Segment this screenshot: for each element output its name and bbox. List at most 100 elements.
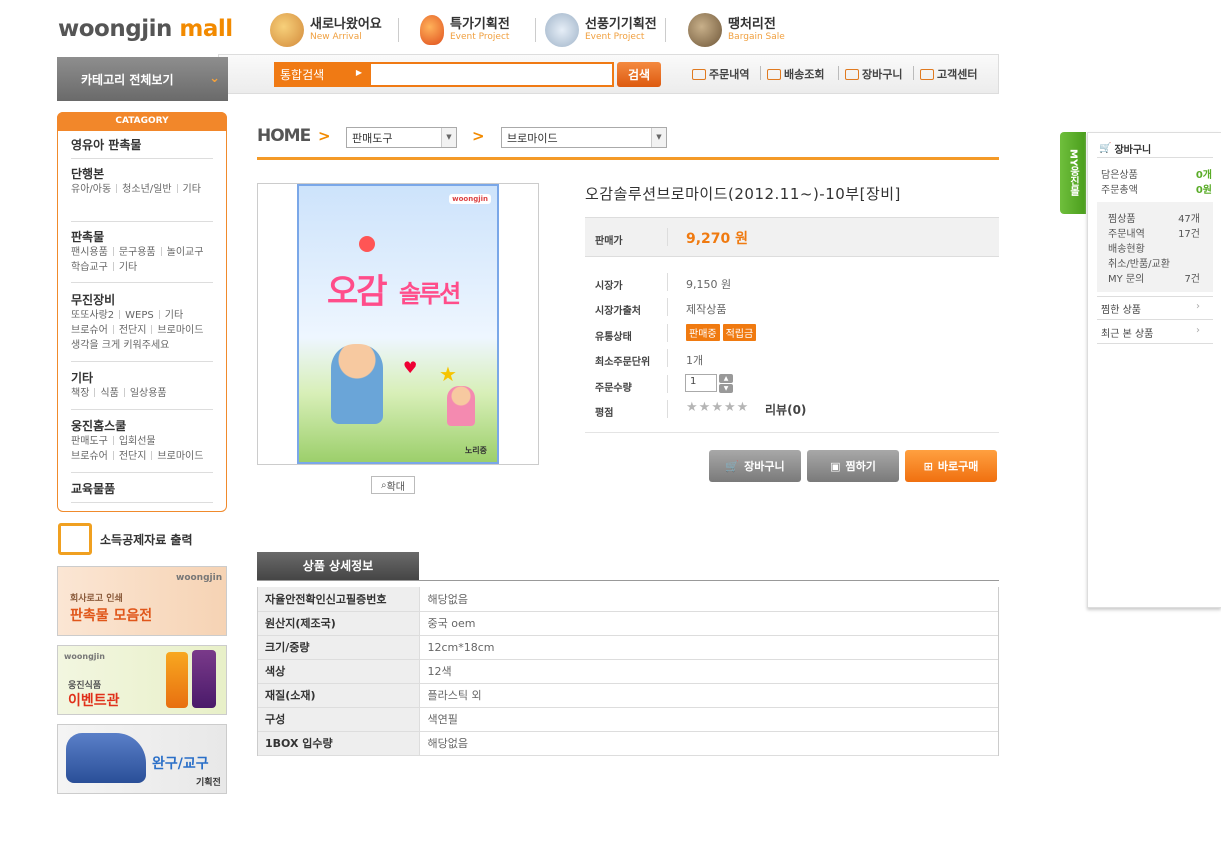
logo[interactable]: woongjin mall xyxy=(58,16,233,42)
nav-event[interactable]: 특가기획전 Event Project xyxy=(420,10,510,50)
table-row: 자율안전확인신고필증번호 해당없음 xyxy=(257,587,999,612)
cat-title[interactable]: 웅진홈스쿨 xyxy=(71,418,213,434)
table-row: 1BOX 입수량 해당없음 xyxy=(257,731,999,756)
cat-title[interactable]: 교육물품 xyxy=(71,481,213,497)
cat-link[interactable]: 기타 xyxy=(183,182,201,197)
banner-toy-event[interactable]: 완구/교구 기획전 xyxy=(57,724,227,794)
stat-label[interactable]: 취소/반품/교환 xyxy=(1108,255,1170,270)
my-wishlist-link[interactable]: 찜한 상품 xyxy=(1101,301,1141,316)
banner-brand: woongjin xyxy=(64,652,105,661)
cat-link[interactable]: 팬시용품 xyxy=(71,245,108,260)
banner-food-event[interactable]: woongjin 웅진식품 이벤트관 xyxy=(57,645,227,715)
stat-label[interactable]: 배송현황 xyxy=(1108,240,1145,255)
buy-now-button[interactable]: ⊞ 바로구매 xyxy=(905,450,997,482)
cat-link[interactable]: 기타 xyxy=(165,308,183,323)
cat-link[interactable]: 전단지 xyxy=(119,323,147,338)
nav-fan-event[interactable]: 선풍기기획전 Event Project xyxy=(545,10,657,50)
divider xyxy=(667,298,668,316)
cat-link[interactable]: 놀이교구 xyxy=(167,245,204,260)
zoom-label: 확대 xyxy=(386,481,405,493)
cat-link[interactable]: 브로슈어 xyxy=(71,323,108,338)
tax-print-link[interactable]: 소득공제자료 출력 xyxy=(58,523,193,555)
chevron-down-icon: ⌄ xyxy=(209,71,220,86)
tax-print-label: 소득공제자료 출력 xyxy=(100,532,193,547)
divider xyxy=(667,228,668,246)
util-label: 장바구니 xyxy=(862,68,903,81)
util-orders[interactable]: 주문내역 xyxy=(692,66,749,82)
search-input[interactable] xyxy=(369,62,614,87)
sale-bag-icon xyxy=(688,13,722,47)
cat-link[interactable]: 청소년/일반 xyxy=(122,182,171,197)
my-cart-heading[interactable]: 🛒 장바구니 xyxy=(1099,141,1151,156)
search-button[interactable]: 검색 xyxy=(617,62,661,87)
review-count[interactable]: 리뷰(0) xyxy=(765,401,806,418)
cat-title[interactable]: 단행본 xyxy=(71,166,213,182)
cat-link[interactable]: 브로마이드 xyxy=(157,449,203,464)
order-list-icon xyxy=(692,68,706,80)
cat-title[interactable]: 판촉물 xyxy=(71,229,213,245)
divider xyxy=(667,400,668,418)
breadcrumb-home[interactable]: HOME xyxy=(257,126,311,146)
product-image[interactable]: woongjin 오감 솔루션 ♥ ★ 노리중 xyxy=(297,184,499,464)
star-icon: ★ xyxy=(736,400,750,415)
cat-link[interactable]: 생각을 크게 키워주세요 xyxy=(71,338,169,353)
nav-new-arrival[interactable]: 새로나왔어요 New Arrival xyxy=(270,10,382,50)
cover-brand: woongjin xyxy=(449,194,491,204)
stat-label[interactable]: 찜상품 xyxy=(1108,210,1136,225)
nav-bargain[interactable]: 땡처리전 Bargain Sale xyxy=(688,10,785,50)
quantity-up-icon[interactable]: ▲ xyxy=(719,374,733,383)
divider xyxy=(667,349,668,367)
juice-bottle-icon xyxy=(166,652,188,708)
quantity-down-icon[interactable]: ▼ xyxy=(719,384,733,393)
heart-icon: ♥ xyxy=(403,358,418,377)
divider xyxy=(667,273,668,291)
quantity-input[interactable]: 1 xyxy=(685,374,717,392)
cat-link[interactable]: 일상용품 xyxy=(130,386,167,401)
search-type-select[interactable]: 통합검색 ▶ xyxy=(274,62,370,87)
util-support[interactable]: 고객센터 xyxy=(920,66,977,82)
wishlist-button[interactable]: ▣ 찜하기 xyxy=(807,450,899,482)
stat-label[interactable]: MY 문의 xyxy=(1108,270,1144,285)
cat-link[interactable]: 기타 xyxy=(119,260,137,275)
star-icon: ★ xyxy=(686,400,699,415)
cat-link[interactable]: 문구용품 xyxy=(119,245,156,260)
cat-group: 영유아 판촉물 xyxy=(71,137,213,159)
logo-text: woongjin xyxy=(58,16,172,42)
divider xyxy=(998,587,999,756)
cat-title[interactable]: 기타 xyxy=(71,370,213,386)
stat-value: 7건 xyxy=(1184,274,1200,285)
my-recent-link[interactable]: 최근 본 상품 xyxy=(1101,325,1153,340)
cat-link[interactable]: 학습교구 xyxy=(71,260,108,275)
cat-link[interactable]: 유아/아동 xyxy=(71,182,111,197)
stat-label[interactable]: 주문내역 xyxy=(1108,225,1145,240)
cat-link[interactable]: 입회선물 xyxy=(119,434,156,449)
add-to-cart-button[interactable]: 🛒 장바구니 xyxy=(709,450,801,482)
cat-link[interactable]: 식품 xyxy=(100,386,118,401)
zoom-button[interactable]: ⌕ 확대 xyxy=(371,476,415,494)
breadcrumb-select-1[interactable]: 판매도구 ▼ xyxy=(346,127,457,148)
category-all-button[interactable]: 카테고리 전체보기 ⌄ xyxy=(57,57,228,101)
cat-link[interactable]: 브로마이드 xyxy=(157,323,203,338)
price-box xyxy=(585,217,999,257)
util-cart[interactable]: 장바구니 xyxy=(845,66,902,82)
child-illustration-icon xyxy=(447,386,475,426)
breadcrumb-select-2[interactable]: 브로마이드 ▼ xyxy=(501,127,667,148)
status-badge: 판매중 xyxy=(686,324,720,341)
detail-value: 해당없음 xyxy=(419,587,999,612)
cat-title[interactable]: 무진장비 xyxy=(71,292,213,308)
cat-title[interactable]: 영유아 판촉물 xyxy=(71,137,213,153)
printer-icon xyxy=(58,523,92,555)
cat-link[interactable]: 책장 xyxy=(71,386,89,401)
cat-link[interactable]: 또또사랑2 xyxy=(71,308,114,323)
banner-promo[interactable]: 회사로고 인쇄 판촉물 모음전 woongjin xyxy=(57,566,227,636)
button-label: 장바구니 xyxy=(744,460,785,473)
tab-product-detail[interactable]: 상품 상세정보 xyxy=(257,552,419,581)
info-label: 시장가 xyxy=(595,281,623,292)
cat-link[interactable]: WEPS xyxy=(125,308,154,323)
cat-link[interactable]: 판매도구 xyxy=(71,434,108,449)
util-delivery[interactable]: 배송조회 xyxy=(767,66,824,82)
cat-link[interactable]: 전단지 xyxy=(119,449,147,464)
cat-link[interactable]: 브로슈어 xyxy=(71,449,108,464)
my-mall-tab[interactable]: MY웅진몰 xyxy=(1060,132,1086,214)
truck-icon xyxy=(767,68,781,80)
